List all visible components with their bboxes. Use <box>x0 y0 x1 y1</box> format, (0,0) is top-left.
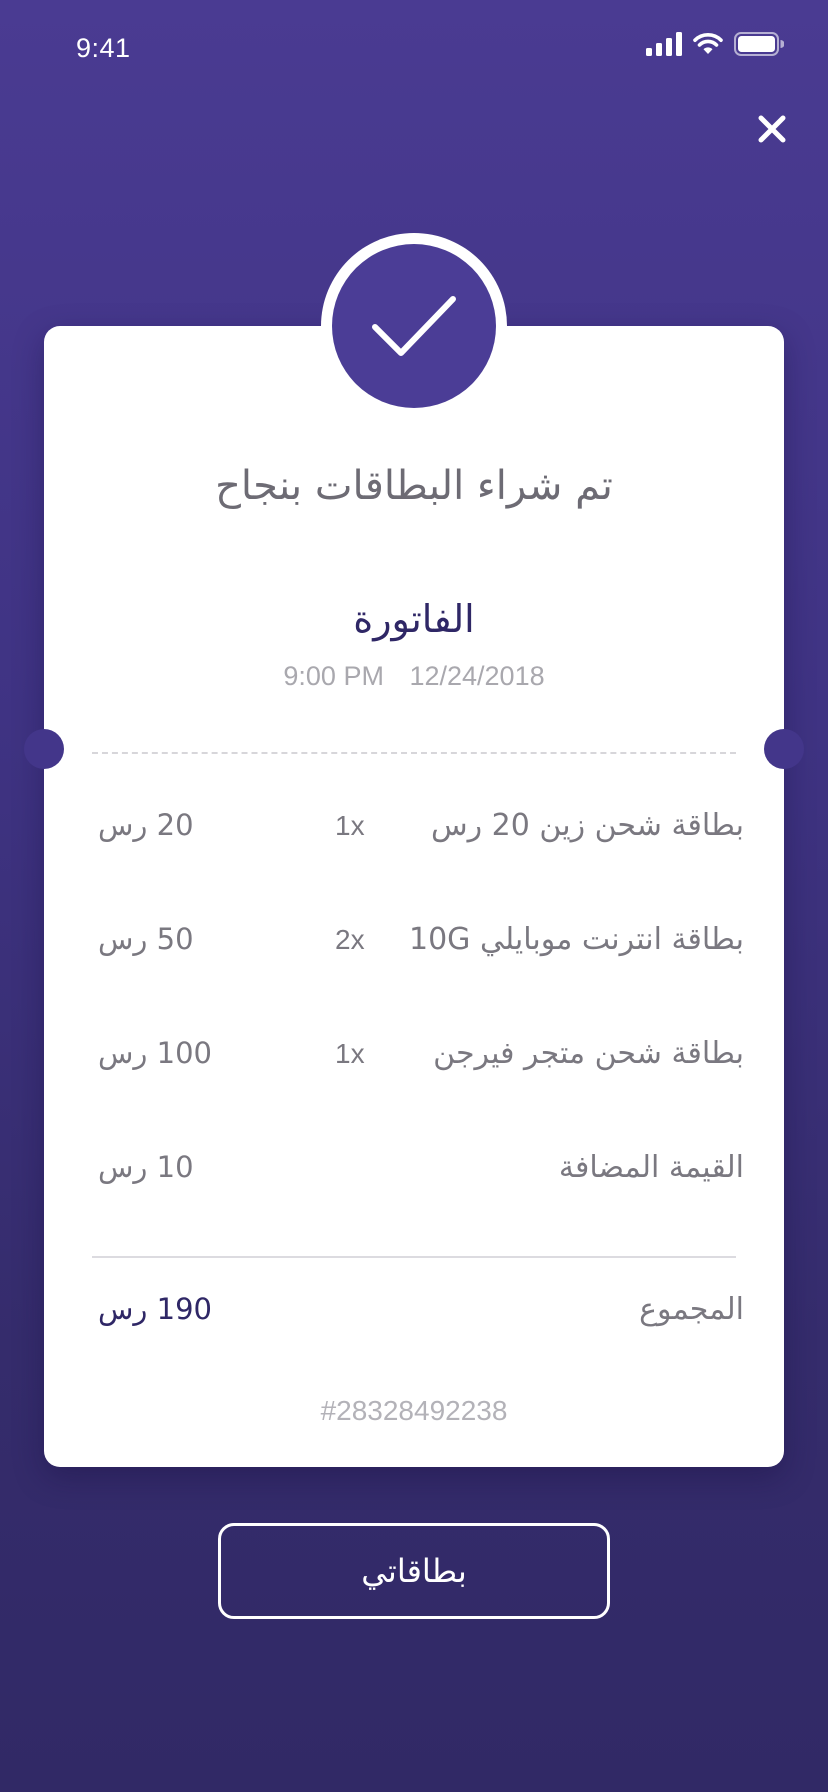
close-button[interactable] <box>751 108 793 150</box>
total-divider <box>92 1256 736 1258</box>
wifi-icon <box>693 33 723 54</box>
receipt-item: بطاقة شحن زين 20 رس 1x 20 رس <box>92 808 744 858</box>
success-badge-inner <box>332 244 496 408</box>
success-message: تم شراء البطاقات بنجاح <box>215 463 613 509</box>
receipt-notch-left <box>24 729 64 769</box>
status-bar: 9:41 <box>0 0 828 100</box>
item-quantity: 1x <box>335 1038 365 1069</box>
total-label: المجموع <box>639 1292 744 1327</box>
success-badge <box>321 233 507 419</box>
dashed-divider <box>92 752 736 754</box>
receipt-item: بطاقة انترنت موبايلي 10G 2x 50 رس <box>92 922 744 972</box>
invoice-time: 9:00 PM <box>283 661 384 691</box>
checkmark-icon <box>372 296 456 356</box>
status-time: 9:41 <box>76 33 131 63</box>
total-price: 190 رس <box>98 1292 212 1326</box>
item-name: بطاقة انترنت موبايلي 10G <box>409 922 744 957</box>
item-price: 20 رس <box>98 808 194 842</box>
invoice-title: الفاتورة <box>353 597 475 641</box>
item-name: بطاقة شحن زين 20 رس <box>431 808 744 843</box>
vat-row: القيمة المضافة 10 رس <box>92 1150 744 1200</box>
total-row: المجموع 190 رس <box>92 1292 744 1342</box>
item-quantity: 2x <box>335 924 365 955</box>
vat-price: 10 رس <box>98 1150 194 1184</box>
order-id: #28328492238 <box>320 1395 508 1426</box>
my-cards-button[interactable]: بطاقاتي <box>218 1523 610 1619</box>
invoice-date: 12/24/2018 <box>409 661 545 691</box>
vat-label: القيمة المضافة <box>558 1150 744 1185</box>
item-price: 100 رس <box>98 1036 212 1070</box>
item-name: بطاقة شحن متجر فيرجن <box>433 1036 744 1071</box>
battery-icon <box>734 32 784 56</box>
signal-icon <box>646 32 682 56</box>
item-price: 50 رس <box>98 922 194 956</box>
receipt-item: بطاقة شحن متجر فيرجن 1x 100 رس <box>92 1036 744 1086</box>
invoice-datetime: 9:00 PM 12/24/2018 <box>44 661 784 692</box>
receipt-notch-right <box>764 729 804 769</box>
close-icon <box>758 115 786 143</box>
item-quantity: 1x <box>335 810 365 841</box>
status-icons <box>646 32 784 56</box>
